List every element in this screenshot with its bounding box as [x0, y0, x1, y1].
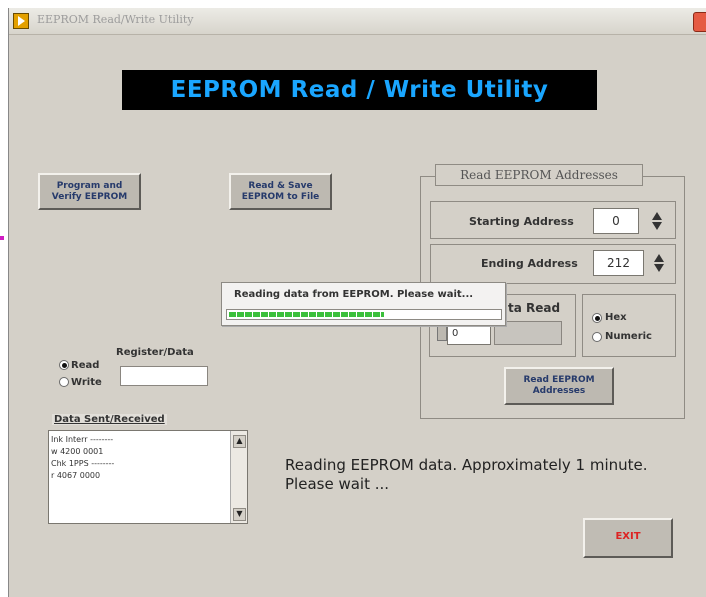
- address-group-title: Read EEPROM Addresses: [435, 164, 643, 186]
- log-line: Chk 1PPS --------: [51, 459, 115, 468]
- page-title: EEPROM Read / Write Utility: [122, 70, 597, 110]
- progress-dialog: Reading data from EEPROM. Please wait...: [221, 282, 506, 326]
- program-verify-button[interactable]: Program and Verify EEPROM: [38, 173, 141, 210]
- numeric-radio[interactable]: [592, 332, 602, 342]
- status-message: Reading EEPROM data. Approximately 1 min…: [285, 456, 648, 493]
- read-save-button[interactable]: Read & Save EEPROM to File: [229, 173, 332, 210]
- register-data-input[interactable]: [120, 366, 208, 386]
- starting-address-label: Starting Address: [469, 215, 574, 228]
- log-line: w 4200 0001: [51, 447, 104, 456]
- progress-bar: [226, 309, 502, 320]
- hex-label: Hex: [605, 312, 627, 323]
- read-label: Read: [71, 360, 100, 371]
- log-line: r 4067 0000: [51, 471, 101, 480]
- write-label: Write: [71, 377, 102, 388]
- data-read-label: ta Read: [508, 301, 561, 315]
- starting-address-field[interactable]: 0: [593, 208, 639, 234]
- decrement-icon[interactable]: [652, 222, 662, 230]
- data-log-label: Data Sent/Received: [52, 414, 167, 425]
- read-radio[interactable]: [59, 360, 69, 370]
- exit-button[interactable]: EXIT: [583, 518, 673, 558]
- write-radio[interactable]: [59, 377, 69, 387]
- progress-message: Reading data from EEPROM. Please wait...: [234, 289, 474, 300]
- scroll-up-icon[interactable]: ▲: [233, 435, 246, 448]
- register-data-label: Register/Data: [116, 347, 194, 358]
- log-scrollbar[interactable]: ▲ ▼: [230, 431, 247, 523]
- index-knob[interactable]: [437, 325, 447, 341]
- progress-fill: [229, 312, 384, 317]
- ending-address-field[interactable]: 212: [593, 250, 644, 276]
- close-icon[interactable]: [693, 12, 706, 32]
- ending-address-label: Ending Address: [481, 257, 578, 270]
- increment-icon[interactable]: [652, 212, 662, 220]
- hex-radio[interactable]: [592, 313, 602, 323]
- increment-icon[interactable]: [654, 254, 664, 262]
- title-bar[interactable]: EEPROM Read/Write Utility: [9, 8, 706, 35]
- data-log[interactable]: Ink Interr -------- w 4200 0001 Chk 1PPS…: [48, 430, 248, 524]
- format-box: [582, 294, 676, 357]
- log-line: Ink Interr --------: [51, 435, 114, 444]
- scroll-down-icon[interactable]: ▼: [233, 508, 246, 521]
- ending-address-stepper[interactable]: [652, 251, 667, 275]
- starting-address-stepper[interactable]: [650, 209, 665, 233]
- decrement-icon[interactable]: [654, 264, 664, 272]
- read-addresses-button[interactable]: Read EEPROM Addresses: [504, 367, 614, 405]
- edge-mark: [0, 236, 4, 240]
- app-icon: [13, 13, 29, 29]
- numeric-label: Numeric: [605, 331, 652, 342]
- window-title: EEPROM Read/Write Utility: [37, 13, 194, 26]
